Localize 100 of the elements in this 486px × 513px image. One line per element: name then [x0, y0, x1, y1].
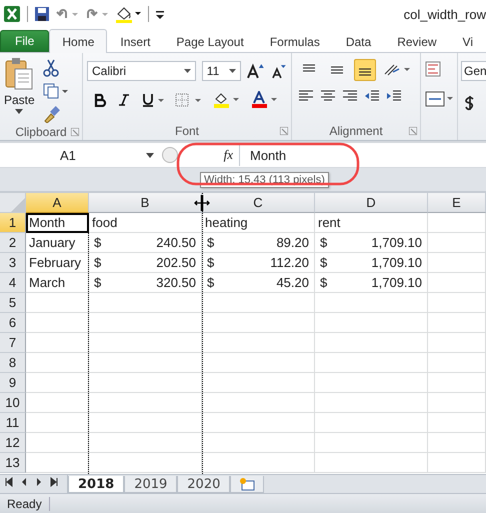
borders-icon[interactable]	[175, 93, 203, 107]
ribbon-tab[interactable]: Review	[384, 30, 450, 53]
paste-button[interactable]: Paste	[4, 57, 35, 123]
bold-icon[interactable]	[93, 93, 107, 107]
insert-function-button[interactable]: fx	[224, 147, 233, 163]
clipboard-icon	[4, 57, 34, 91]
table-cell	[428, 433, 486, 453]
row-header[interactable]: 8	[0, 353, 26, 373]
underline-icon[interactable]	[141, 93, 165, 107]
row-header[interactable]: 10	[0, 393, 26, 413]
new-sheet-icon	[239, 477, 256, 491]
row-header[interactable]: 11	[0, 413, 26, 433]
table-cell	[26, 433, 89, 453]
column-header[interactable]: E	[428, 193, 486, 213]
group-label: Font	[174, 124, 199, 138]
table-cell	[428, 413, 486, 433]
column-header[interactable]: B	[89, 193, 202, 213]
currency-symbol: $	[93, 255, 102, 270]
font-name-field[interactable]: Calibri	[87, 61, 196, 81]
splitter-handle[interactable]	[162, 147, 178, 163]
ribbon-tab[interactable]: Formulas	[256, 30, 333, 53]
currency-symbol: $	[93, 275, 102, 290]
font-color-icon[interactable]	[251, 91, 279, 109]
row-header[interactable]: 6	[0, 313, 26, 333]
caret-icon	[229, 69, 236, 73]
scissors-icon[interactable]	[42, 59, 59, 77]
file-tab[interactable]: File	[0, 30, 50, 52]
ribbon-tab[interactable]: Data	[332, 30, 384, 53]
wrap-text-icon[interactable]	[425, 61, 443, 77]
dialog-launcher-icon[interactable]	[409, 127, 417, 135]
currency-icon[interactable]	[465, 95, 475, 111]
cell-amount: 1,709.10	[371, 275, 423, 290]
cell-amount: 320.50	[156, 275, 197, 290]
cell-amount: 1,709.10	[371, 235, 423, 250]
next-sheet-icon[interactable]	[34, 477, 44, 487]
group-label: Alignment	[329, 124, 383, 138]
cell-amount: 1,709.10	[371, 255, 423, 270]
row-header[interactable]: 5	[0, 293, 26, 313]
table-cell	[428, 353, 486, 373]
table-cell: January	[26, 233, 89, 253]
last-sheet-icon[interactable]	[49, 477, 59, 487]
row-header[interactable]: 1	[0, 213, 26, 233]
table-cell	[26, 353, 89, 373]
table-cell	[26, 293, 89, 313]
row-header[interactable]: 12	[0, 433, 26, 453]
currency-symbol: $	[206, 235, 214, 250]
name-box[interactable]: A1	[0, 144, 158, 166]
sheet-tab[interactable]: 2019	[124, 476, 178, 493]
column-header[interactable]: C	[202, 193, 315, 213]
row-header[interactable]: 2	[0, 233, 26, 253]
table-cell	[26, 373, 89, 393]
sheet-tab[interactable]: 2020	[177, 476, 230, 493]
number-format-field[interactable]: Gen	[461, 61, 486, 81]
save-icon[interactable]	[34, 6, 50, 22]
new-sheet-button[interactable]	[230, 476, 264, 493]
dialog-launcher-icon[interactable]	[71, 128, 79, 136]
ribbon-tab[interactable]: Page Layout	[163, 30, 257, 53]
table-cell: heating	[202, 213, 315, 233]
column-header[interactable]: D	[315, 193, 428, 213]
increase-indent-icon[interactable]	[386, 89, 402, 103]
dialog-launcher-icon[interactable]	[280, 127, 288, 135]
row-header[interactable]: 4	[0, 273, 26, 293]
fill-color-icon[interactable]	[213, 91, 241, 109]
caret-icon	[15, 109, 24, 114]
align-left-icon[interactable]	[298, 89, 314, 103]
table-cell: Month	[26, 213, 89, 233]
status-text: Ready	[0, 497, 50, 511]
italic-icon[interactable]	[117, 93, 131, 107]
merge-cells-icon[interactable]	[425, 91, 453, 107]
vertical-align-button[interactable]	[354, 59, 376, 81]
grow-font-icon[interactable]	[247, 63, 266, 79]
table-cell: rent	[315, 213, 428, 233]
align-right-icon[interactable]	[342, 89, 358, 103]
table-cell	[428, 373, 486, 393]
table-cell	[26, 333, 89, 353]
ribbon-tab[interactable]: Insert	[107, 30, 164, 53]
sheet-tab[interactable]: 2018	[68, 476, 124, 493]
table-cell	[428, 333, 486, 353]
table-cell: food	[89, 213, 202, 233]
first-sheet-icon[interactable]	[4, 477, 14, 487]
font-size-field[interactable]: 11	[202, 61, 242, 81]
row-header[interactable]: 13	[0, 453, 26, 473]
align-center-icon[interactable]	[320, 89, 336, 103]
decrease-indent-icon[interactable]	[364, 89, 380, 103]
caret-icon	[146, 152, 154, 158]
copy-icon[interactable]	[42, 83, 69, 99]
row-header[interactable]: 3	[0, 253, 26, 273]
formula-input[interactable]: Month	[240, 148, 286, 162]
row-header[interactable]: 9	[0, 373, 26, 393]
triangle-icon	[11, 198, 25, 212]
currency-symbol: $	[206, 255, 214, 270]
column-header[interactable]: A	[26, 193, 89, 213]
table-cell	[428, 293, 486, 313]
orientation-icon[interactable]	[382, 62, 412, 78]
currency-symbol: $	[319, 275, 328, 290]
row-header[interactable]: 7	[0, 333, 26, 353]
ribbon-tab[interactable]: Home	[49, 29, 108, 53]
shrink-font-icon[interactable]	[271, 63, 288, 79]
paintbrush-icon[interactable]	[42, 105, 61, 123]
ribbon-tab[interactable]: Vi	[450, 30, 486, 53]
